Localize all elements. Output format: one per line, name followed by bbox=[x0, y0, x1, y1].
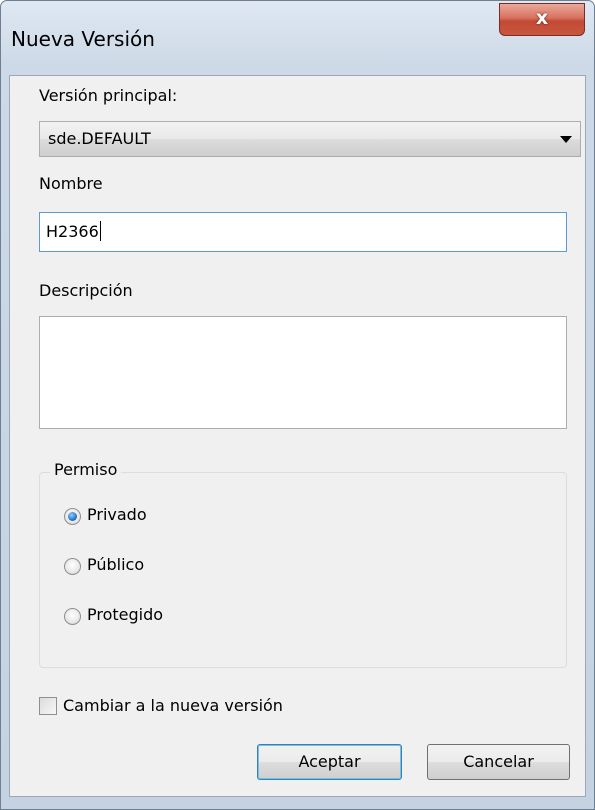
accept-button[interactable]: Aceptar bbox=[257, 744, 402, 780]
parent-version-select[interactable]: sde.DEFAULT bbox=[39, 121, 581, 157]
cancel-button[interactable]: Cancelar bbox=[427, 744, 570, 780]
dialog-body: Versión principal: sde.DEFAULT Nombre H2… bbox=[9, 75, 586, 797]
description-label: Descripción bbox=[39, 281, 133, 300]
radio-publico[interactable] bbox=[64, 558, 81, 575]
window-title: Nueva Versión bbox=[11, 27, 155, 51]
parent-version-value: sde.DEFAULT bbox=[48, 129, 151, 148]
title-bar[interactable]: Nueva Versión x bbox=[1, 1, 594, 75]
radio-privado[interactable] bbox=[64, 508, 81, 525]
radio-label-protegido[interactable]: Protegido bbox=[87, 605, 163, 624]
radio-label-publico[interactable]: Público bbox=[87, 555, 144, 574]
text-caret bbox=[99, 221, 101, 241]
parent-version-label: Versión principal: bbox=[39, 86, 178, 105]
dialog-window: Nueva Versión x Versión principal: sde.D… bbox=[0, 0, 595, 810]
description-textarea[interactable] bbox=[39, 316, 567, 429]
close-button[interactable]: x bbox=[499, 3, 585, 36]
permission-legend: Permiso bbox=[50, 460, 122, 479]
radio-label-privado[interactable]: Privado bbox=[87, 505, 147, 524]
radio-protegido[interactable] bbox=[64, 608, 81, 625]
chevron-down-icon bbox=[560, 136, 572, 143]
switch-version-checkbox[interactable] bbox=[39, 697, 57, 715]
close-icon: x bbox=[535, 7, 549, 29]
name-input-value: H2366 bbox=[46, 222, 99, 241]
name-label: Nombre bbox=[39, 174, 103, 193]
switch-version-label[interactable]: Cambiar a la nueva versión bbox=[63, 696, 283, 715]
name-input[interactable]: H2366 bbox=[39, 212, 567, 252]
